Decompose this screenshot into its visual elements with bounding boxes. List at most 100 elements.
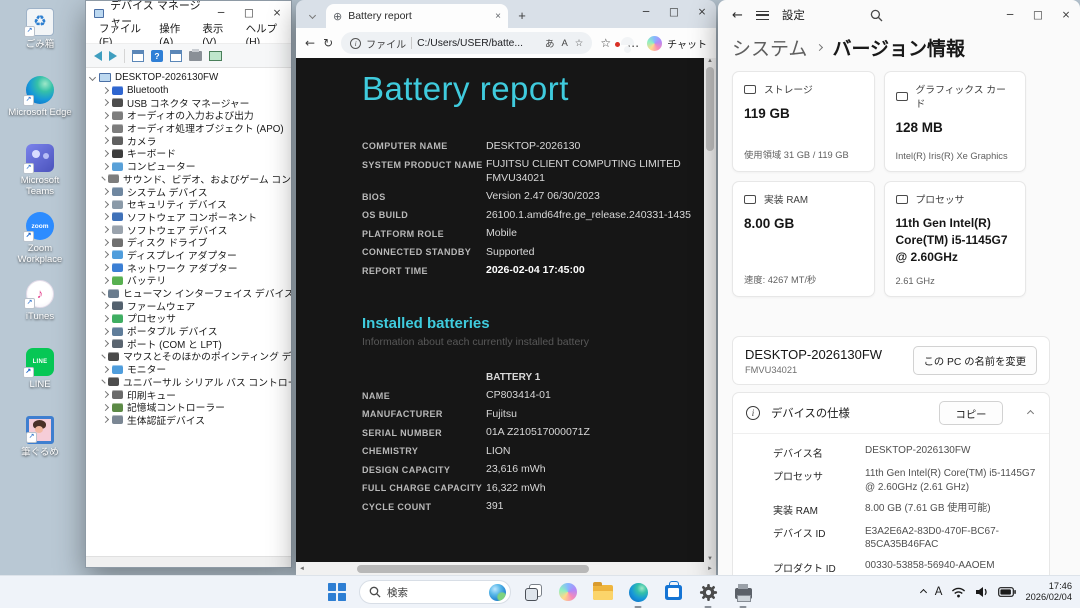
expand-chevron-icon[interactable] — [102, 404, 109, 411]
scrollbar-thumb[interactable] — [706, 67, 714, 151]
expand-chevron-icon[interactable] — [102, 86, 109, 93]
expand-chevron-icon[interactable] — [102, 251, 109, 258]
device-tree-item[interactable]: ネットワーク アダプター — [86, 261, 291, 274]
favorite-star-icon[interactable]: ☆ — [575, 38, 584, 49]
device-manager-button[interactable] — [730, 579, 756, 605]
expand-chevron-icon[interactable] — [102, 277, 109, 284]
close-button[interactable]: × — [1052, 0, 1080, 30]
desktop-shortcut[interactable]: Zoom Workplace — [8, 210, 72, 266]
copilot-button[interactable] — [555, 579, 581, 605]
store-button[interactable] — [660, 579, 686, 605]
settings-titlebar[interactable]: ← 設定 ─ □ × — [718, 0, 1080, 30]
expand-chevron-icon[interactable] — [102, 213, 109, 220]
clock[interactable]: 17:46 2026/02/04 — [1025, 581, 1075, 603]
taskbar-search[interactable]: 検索 — [359, 580, 511, 604]
scroll-right-arrow[interactable]: ► — [707, 566, 713, 572]
device-tree-item[interactable]: Bluetooth — [86, 84, 291, 97]
read-aloud-icon[interactable]: A — [561, 38, 567, 49]
vertical-scrollbar[interactable]: ▲ ▼ — [704, 58, 716, 562]
edge-button[interactable] — [625, 579, 651, 605]
desktop-shortcut-icon[interactable] — [26, 416, 54, 444]
rename-pc-button[interactable]: この PC の名前を変更 — [913, 346, 1037, 375]
device-tree-item[interactable]: 印刷キュー — [86, 388, 291, 401]
info-icon[interactable]: i — [350, 38, 361, 49]
scan-hardware-icon[interactable] — [189, 51, 202, 61]
desktop-shortcut-icon[interactable] — [26, 76, 54, 104]
device-tree-item[interactable]: ポータブル デバイス — [86, 325, 291, 338]
device-tree-root[interactable]: DESKTOP-2026130FW — [86, 71, 291, 84]
start-button[interactable] — [324, 579, 350, 605]
device-tree-item[interactable]: ディスク ドライブ — [86, 236, 291, 249]
desktop-shortcut-icon[interactable] — [26, 348, 54, 376]
tab-close-icon[interactable]: × — [495, 11, 501, 22]
collapse-chevron-icon[interactable] — [89, 74, 96, 81]
task-view-button[interactable] — [520, 579, 546, 605]
device-tree-item[interactable]: ディスプレイ アダプター — [86, 249, 291, 262]
navigation-menu-icon[interactable] — [756, 11, 769, 20]
maximize-button[interactable]: □ — [1024, 0, 1052, 30]
device-tree-item[interactable]: 生体認証デバイス — [86, 414, 291, 427]
copy-button[interactable]: コピー — [939, 401, 1003, 425]
expand-chevron-icon[interactable] — [102, 188, 109, 195]
search-icon[interactable] — [870, 9, 883, 22]
device-tree-item[interactable]: プロセッサ — [86, 312, 291, 325]
device-tree-item[interactable]: オーディオ処理オブジェクト (APO) — [86, 122, 291, 135]
spec-card[interactable]: プロセッサ 11th Gen Intel(R) Core(TM) i5-1145… — [884, 181, 1027, 297]
expand-chevron-icon[interactable] — [102, 416, 109, 423]
desktop-shortcut-icon[interactable] — [26, 280, 54, 308]
desktop-shortcut-icon[interactable] — [26, 8, 54, 36]
spec-card[interactable]: ストレージ 119 GB 使用領域 31 GB / 119 GB — [732, 71, 875, 172]
minimize-button[interactable]: ─ — [632, 0, 660, 24]
device-tree-item[interactable]: 記憶域コントローラー — [86, 401, 291, 414]
maximize-button[interactable]: □ — [660, 0, 688, 24]
scroll-up-arrow[interactable]: ▲ — [707, 58, 713, 64]
copilot-chat-button[interactable]: チャット — [647, 36, 707, 51]
device-tree-item[interactable]: ファームウェア — [86, 299, 291, 312]
expand-chevron-icon[interactable] — [102, 150, 109, 157]
expand-chevron-icon[interactable] — [102, 125, 109, 132]
wifi-icon[interactable] — [951, 586, 966, 598]
expand-chevron-icon[interactable] — [102, 112, 109, 119]
expand-chevron-icon[interactable] — [102, 201, 109, 208]
device-tree-item[interactable]: バッテリ — [86, 274, 291, 287]
forward-arrow-icon[interactable] — [109, 51, 117, 61]
device-tree-item[interactable]: ユニバーサル シリアル バス コントローラー — [86, 376, 291, 389]
device-tree-item[interactable]: サウンド、ビデオ、およびゲーム コントローラー — [86, 173, 291, 186]
address-bar[interactable]: i ファイル C:/Users/USER/batte... あ A ☆ — [341, 32, 592, 54]
device-tree-item[interactable]: キーボード — [86, 147, 291, 160]
desktop-shortcut[interactable]: LINE — [8, 346, 72, 402]
desktop-shortcut[interactable]: 筆ぐるめ — [8, 414, 72, 470]
expand-chevron-icon[interactable] — [102, 264, 109, 271]
monitor-icon[interactable] — [209, 51, 222, 61]
desktop-shortcut[interactable]: Microsoft Edge — [8, 74, 72, 130]
device-tree-item[interactable]: マウスとそのほかのポインティング デバイス — [86, 350, 291, 363]
expand-chevron-icon[interactable] — [101, 291, 105, 295]
console-icon[interactable] — [132, 50, 144, 62]
spec-card[interactable]: グラフィックス カード 128 MB Intel(R) Iris(R) Xe G… — [884, 71, 1027, 172]
device-tree-item[interactable]: ソフトウェア デバイス — [86, 223, 291, 236]
properties-icon[interactable] — [170, 50, 182, 62]
search-highlight-icon[interactable] — [489, 584, 506, 601]
collapse-chevron-icon[interactable] — [1027, 409, 1034, 416]
spec-card[interactable]: 実装 RAM 8.00 GB 速度: 4267 MT/秒 — [732, 181, 875, 297]
help-icon[interactable]: ? — [151, 50, 163, 62]
refresh-button[interactable]: ↻ — [323, 36, 333, 50]
close-button[interactable]: × — [688, 0, 716, 24]
device-tree-item[interactable]: システム デバイス — [86, 185, 291, 198]
browser-tab[interactable]: ⊕ Battery report × — [326, 4, 508, 28]
settings-button[interactable] — [695, 579, 721, 605]
expand-chevron-icon[interactable] — [102, 391, 109, 398]
desktop-shortcut-icon[interactable] — [26, 212, 54, 240]
expand-chevron-icon[interactable] — [102, 226, 109, 233]
desktop-shortcut[interactable]: iTunes — [8, 278, 72, 334]
device-tree-item[interactable]: ポート (COM と LPT) — [86, 337, 291, 350]
expand-chevron-icon[interactable] — [102, 328, 109, 335]
expand-chevron-icon[interactable] — [102, 340, 109, 347]
device-tree-item[interactable]: ソフトウェア コンポーネント — [86, 211, 291, 224]
scroll-left-arrow[interactable]: ◄ — [299, 566, 305, 572]
desktop-shortcut-icon[interactable] — [26, 144, 54, 172]
device-tree-item[interactable]: オーディオの入力および出力 — [86, 109, 291, 122]
translate-icon[interactable]: あ — [545, 36, 555, 50]
ime-indicator[interactable]: A — [935, 586, 943, 598]
device-spec-header[interactable]: i デバイスの仕様 コピー — [733, 393, 1049, 433]
